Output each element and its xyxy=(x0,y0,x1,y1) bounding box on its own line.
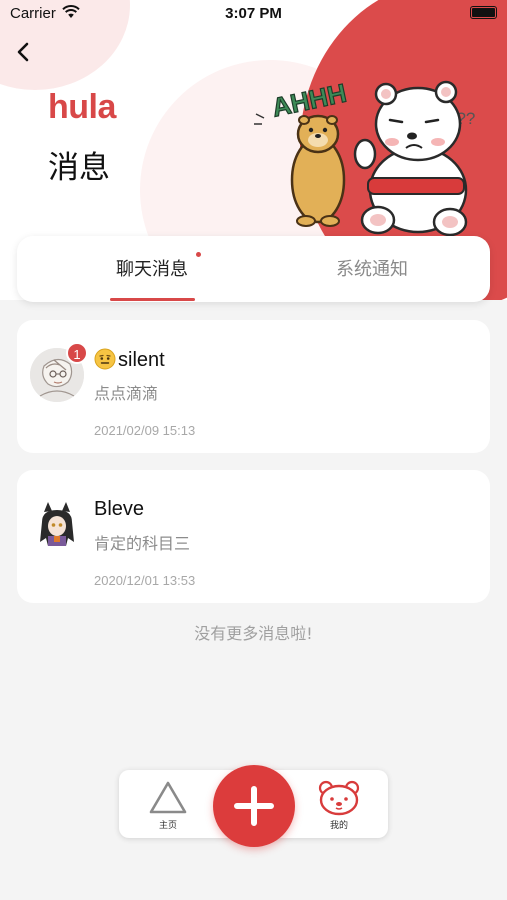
message-timestamp: 2020/12/01 13:53 xyxy=(94,573,196,588)
avatar xyxy=(30,498,84,552)
new-dot-indicator xyxy=(196,252,201,257)
back-arrow-icon[interactable] xyxy=(12,40,36,64)
bear-face-icon xyxy=(318,780,360,816)
page-title: 消息 xyxy=(48,150,110,186)
add-button[interactable] xyxy=(213,765,295,847)
conversation-name: Bleve xyxy=(94,498,145,520)
tab-system-label: 系统通知 xyxy=(336,259,408,280)
message-tabs: 聊天消息 系统通知 xyxy=(17,236,490,302)
tab-system-notifications[interactable]: 系统通知 xyxy=(272,236,472,302)
tab-chat-label: 聊天消息 xyxy=(116,259,188,280)
tab-chat-messages[interactable]: 聊天消息 xyxy=(52,236,252,302)
clock: 3:07 PM xyxy=(225,5,282,22)
home-triangle-icon xyxy=(149,781,187,814)
nav-home[interactable]: 主页 xyxy=(138,780,198,831)
status-bar: Carrier 3:07 PM xyxy=(0,0,507,28)
unread-count-badge: 1 xyxy=(66,342,88,364)
conversation-item[interactable]: 1 silent 点点滴滴 2021/02/09 15:13 xyxy=(17,320,490,453)
conversation-name-text: silent xyxy=(118,349,165,371)
sticker-text-ahhh: AHHH xyxy=(269,78,349,123)
app-logo: hula xyxy=(48,88,116,126)
conversation-item[interactable]: Bleve 肯定的科目三 2020/12/01 13:53 xyxy=(17,470,490,603)
conversation-name: silent xyxy=(94,348,165,372)
nav-mine-label: 我的 xyxy=(329,821,348,831)
nav-mine[interactable]: 我的 xyxy=(309,780,369,831)
battery-icon xyxy=(470,6,497,19)
no-more-messages-hint: 没有更多消息啦! xyxy=(194,624,313,643)
mascot-illustration: AHHH ??? xyxy=(254,77,475,237)
active-tab-underline xyxy=(110,298,195,301)
emoji-icon xyxy=(94,348,116,370)
last-message: 点点滴滴 xyxy=(94,384,159,403)
nav-home-label: 主页 xyxy=(158,821,177,831)
last-message: 肯定的科目三 xyxy=(94,534,191,553)
message-timestamp: 2021/02/09 15:13 xyxy=(94,423,196,438)
plus-icon xyxy=(234,786,274,826)
